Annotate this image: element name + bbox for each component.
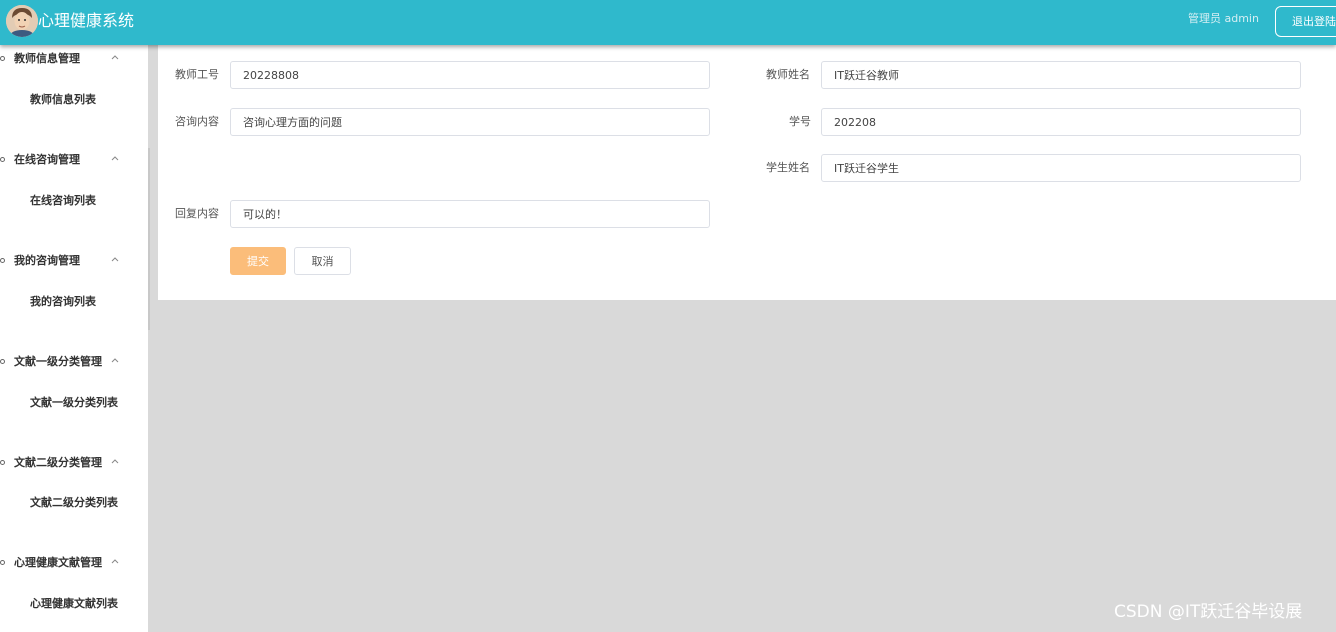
bullet-icon [0,460,5,465]
teacher-id-label: 教师工号 [175,68,219,81]
sidebar-scrollbar[interactable] [148,148,150,330]
chevron-up-icon [111,358,119,363]
student-id-input[interactable] [821,108,1301,136]
edit-form: 教师工号 教师姓名 咨询内容 学号 学生姓名 回复内容 提交 取消 [158,45,1336,300]
sidebar-group-label: 文献一级分类管理 [14,355,102,368]
sidebar-group-label: 教师信息管理 [14,52,80,65]
sidebar-item-mental-lit-list[interactable]: 心理健康文献列表 [30,597,118,611]
sidebar-group-lit-cat2[interactable]: 文献二级分类管理 [0,454,148,474]
teacher-id-input[interactable] [230,61,710,89]
chevron-up-icon [111,55,119,60]
logout-button[interactable]: 退出登陆 [1275,6,1336,37]
sidebar-group-my-consult[interactable]: 我的咨询管理 [0,252,148,272]
chevron-up-icon [111,257,119,262]
sidebar-item-teacher-list[interactable]: 教师信息列表 [30,93,96,107]
bullet-icon [0,157,5,162]
sidebar-group-label: 我的咨询管理 [14,254,80,267]
bullet-icon [0,359,5,364]
avatar[interactable] [6,5,38,37]
teacher-name-input[interactable] [821,61,1301,89]
sidebar-group-teacher[interactable]: 教师信息管理 [0,50,148,70]
chevron-up-icon [111,459,119,464]
chevron-up-icon [111,559,119,564]
student-id-label: 学号 [789,115,811,128]
sidebar-group-label: 心理健康文献管理 [14,556,102,569]
sidebar-item-my-consult-list[interactable]: 我的咨询列表 [30,295,96,309]
chevron-up-icon [111,156,119,161]
consult-content-input[interactable] [230,108,710,136]
reply-content-input[interactable] [230,200,710,228]
top-header: 心理健康系统 管理员 admin 退出登陆 [0,0,1336,45]
sidebar-group-mental-lit[interactable]: 心理健康文献管理 [0,554,148,574]
consult-content-label: 咨询内容 [175,115,219,128]
teacher-name-label: 教师姓名 [766,68,810,81]
reply-content-label: 回复内容 [175,207,219,220]
sidebar-item-lit-cat2-list[interactable]: 文献二级分类列表 [30,496,118,510]
submit-button[interactable]: 提交 [230,247,286,275]
student-name-input[interactable] [821,154,1301,182]
admin-label: 管理员 admin [1188,12,1259,25]
student-name-label: 学生姓名 [766,161,810,174]
cancel-button[interactable]: 取消 [294,247,351,275]
sidebar-item-online-consult-list[interactable]: 在线咨询列表 [30,194,96,208]
bullet-icon [0,560,5,565]
avatar-icon [6,5,38,37]
sidebar-item-lit-cat1-list[interactable]: 文献一级分类列表 [30,396,118,410]
sidebar-group-lit-cat1[interactable]: 文献一级分类管理 [0,353,148,373]
app-title: 心理健康系统 [38,11,135,30]
sidebar-group-online-consult[interactable]: 在线咨询管理 [0,151,148,171]
bullet-icon [0,258,5,263]
sidebar: 教师信息管理 教师信息列表 在线咨询管理 在线咨询列表 我的咨询管理 我的咨询列… [0,45,148,632]
bullet-icon [0,56,5,61]
watermark: CSDN @IT跃迁谷毕设展 [1114,602,1303,622]
sidebar-group-label: 文献二级分类管理 [14,456,102,469]
sidebar-group-label: 在线咨询管理 [14,153,80,166]
